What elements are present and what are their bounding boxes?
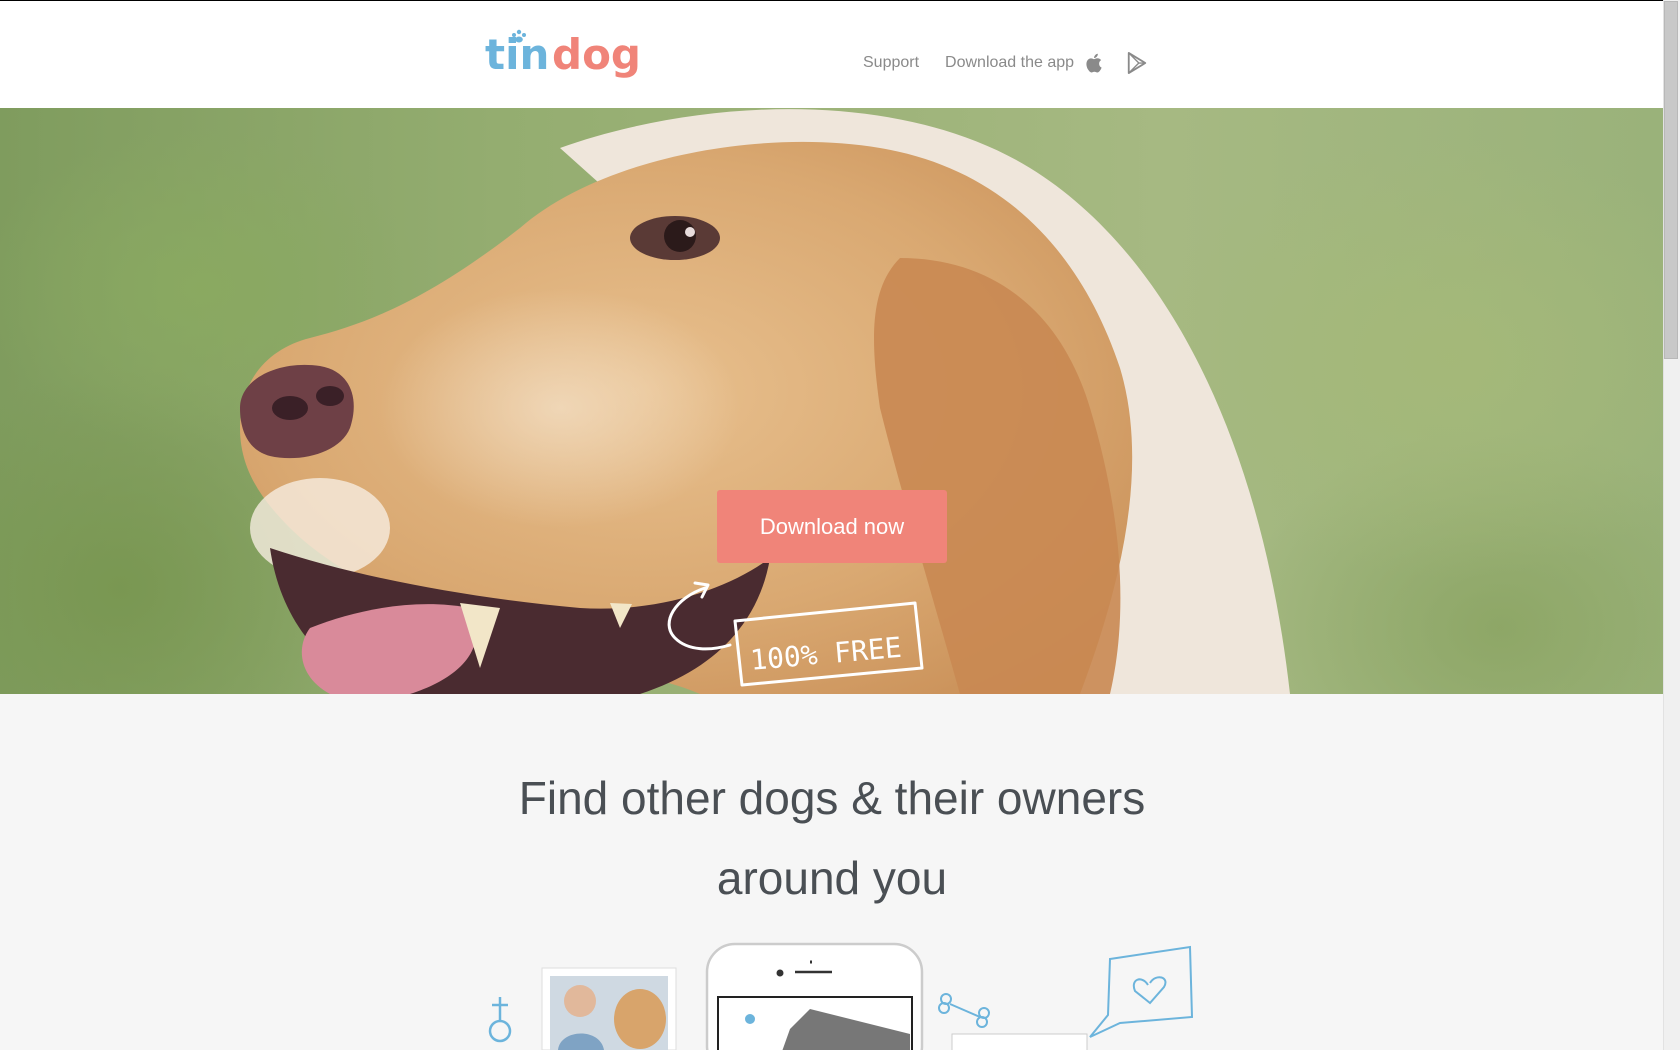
download-now-button[interactable]: Download now	[717, 490, 947, 563]
site-header: tin dog Support Download the app	[0, 1, 1664, 108]
gender-symbol-icon	[488, 997, 512, 1043]
free-badge-sketch: 100% FREE	[667, 581, 924, 687]
bone-icon	[938, 993, 990, 1028]
scrollbar-thumb[interactable]	[1664, 1, 1678, 359]
profile-card-edge	[951, 1033, 1088, 1050]
features-headline: Find other dogs & their owners around yo…	[332, 758, 1332, 918]
headline-line-2: around you	[716, 852, 948, 904]
tindog-logo[interactable]: tin dog	[485, 23, 645, 85]
top-nav: Support Download the app	[863, 49, 1168, 77]
headline-line-1: Find other dogs & their owners	[518, 772, 1146, 824]
apple-icon[interactable]	[1084, 51, 1106, 75]
download-app-link[interactable]: Download the app	[945, 54, 1074, 72]
heart-speech-bubble-icon	[1089, 945, 1194, 1038]
svg-text:dog: dog	[552, 30, 641, 79]
hero-section: Download now 100% FREE	[0, 108, 1664, 694]
svg-text:tin: tin	[485, 30, 549, 79]
features-section: Find other dogs & their owners around yo…	[0, 694, 1664, 1050]
google-play-icon[interactable]	[1126, 51, 1148, 75]
phone-mockup	[705, 942, 924, 1050]
svg-text:100% FREE: 100% FREE	[749, 631, 903, 677]
owner-photo-card	[541, 967, 677, 1050]
page-scrollbar[interactable]	[1663, 0, 1680, 1050]
app-illustration	[488, 942, 1194, 1050]
support-link[interactable]: Support	[863, 54, 919, 72]
